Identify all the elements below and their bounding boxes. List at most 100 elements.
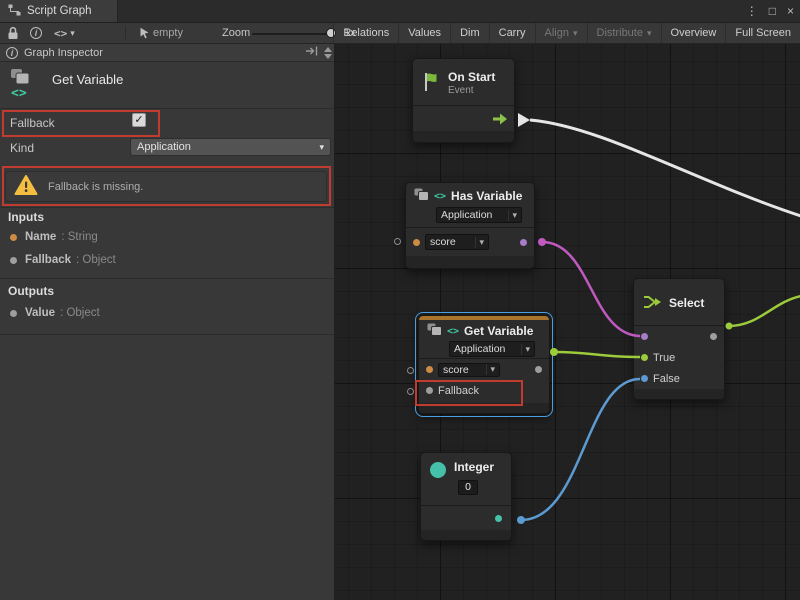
score-row: score ▾ (419, 359, 549, 380)
node-title: Has Variable (451, 189, 522, 203)
zoom-slider-track[interactable] (252, 33, 334, 35)
kind-dropdown[interactable]: Application ▾ (436, 207, 522, 223)
button-label: Dim (460, 27, 480, 39)
port-value-output[interactable] (535, 366, 542, 373)
button-label: Align (545, 27, 569, 39)
divider (0, 334, 334, 335)
info-toggle-icon[interactable]: i (30, 23, 42, 43)
wire-get-variable-to-select-true (554, 352, 640, 357)
chevron-down-icon: ▾ (475, 237, 484, 248)
warning-icon (14, 174, 38, 199)
input-name: Fallback (25, 254, 71, 266)
output-type: : Object (60, 307, 100, 319)
port-condition-input[interactable] (641, 333, 648, 340)
port-dot-gray (10, 257, 17, 264)
chevron-down-icon: ▾ (70, 28, 75, 39)
node-select[interactable]: Select True False (633, 278, 725, 400)
button-label: Carry (499, 27, 526, 39)
true-port-label: True (653, 352, 675, 364)
button-label: Full Screen (735, 27, 791, 39)
flow-output-port[interactable] (492, 112, 508, 129)
port-true-input[interactable] (641, 354, 648, 361)
toolbar-button-fullscreen[interactable]: Full Screen (725, 23, 800, 43)
toolbar-button-distribute[interactable]: Distribute▾ (587, 23, 661, 43)
unconnected-port-circle[interactable] (407, 367, 414, 374)
integer-value-field[interactable]: 0 (458, 480, 478, 495)
toolbar-button-carry[interactable]: Carry (489, 23, 535, 43)
graph-inspector-title: Graph Inspector (24, 47, 103, 59)
fallback-checkbox[interactable]: ✓ (132, 113, 146, 127)
node-on-start[interactable]: On Start Event (412, 58, 515, 143)
node-has-variable[interactable]: <> Has Variable Application ▾ score ▾ (405, 182, 535, 269)
port-integer-output[interactable] (495, 515, 502, 522)
port-fallback-input[interactable] (426, 387, 433, 394)
info-icon: i (6, 47, 18, 59)
input-name: Name (25, 231, 56, 243)
graph-canvas[interactable]: On Start Event <> Has Variable (335, 44, 800, 600)
unconnected-port-circle[interactable] (407, 388, 414, 395)
close-icon[interactable]: × (787, 4, 794, 18)
input-row-name: Name : String (10, 231, 98, 243)
toolbar-button-relations[interactable]: Relations (333, 23, 398, 43)
toolbar-button-overview[interactable]: Overview (661, 23, 726, 43)
code-icon: <> (447, 326, 459, 337)
unit-title: Get Variable (52, 72, 123, 87)
tab-script-graph[interactable]: Script Graph (0, 0, 118, 22)
variables-icon (414, 188, 429, 204)
port-name-input[interactable] (426, 366, 433, 373)
flow-arrow-cap (518, 113, 530, 127)
variable-name-dropdown[interactable]: score ▾ (425, 234, 489, 250)
toolbar: i <> ▾ empty Zoom 1x Relations Values Di… (0, 22, 800, 44)
dock-icon[interactable] (305, 45, 319, 60)
port-name-input[interactable] (413, 239, 420, 246)
output-name: Value (25, 307, 55, 319)
code-view-icon[interactable]: <> ▾ (54, 23, 75, 43)
toolbar-button-align[interactable]: Align▾ (535, 23, 587, 43)
kind-dropdown[interactable]: Application ▾ (449, 341, 535, 357)
kind-dropdown[interactable]: Application ▾ (130, 138, 331, 156)
condition-row (634, 326, 724, 347)
input-type: : String (61, 231, 97, 243)
variables-icon (427, 323, 442, 339)
divider (0, 108, 334, 109)
toolbar-button-values[interactable]: Values (398, 23, 450, 43)
port-dot-gray (10, 310, 17, 317)
chevron-down-icon: ▾ (319, 142, 324, 153)
maximize-icon[interactable]: □ (769, 4, 776, 18)
divider (0, 207, 334, 208)
node-get-variable[interactable]: <> Get Variable Application ▾ score ▾ (418, 315, 550, 414)
button-label: Relations (343, 27, 389, 39)
wire-endpoint-dot (517, 516, 525, 524)
port-false-input[interactable] (641, 375, 648, 382)
check-icon: ✓ (134, 114, 143, 126)
wire-has-variable-to-select (542, 242, 640, 336)
menu-more-icon[interactable]: ⋮ (746, 4, 758, 18)
cursor-icon[interactable] (139, 23, 150, 43)
wire-endpoint-dot (550, 348, 558, 356)
node-title: Integer (454, 460, 494, 474)
chevron-down-icon: ▾ (486, 364, 495, 375)
kind-value: Application (454, 343, 505, 355)
kind-field-label: Kind (10, 141, 34, 155)
outputs-section-header: Outputs (8, 284, 54, 298)
toolbar-button-dim[interactable]: Dim (450, 23, 489, 43)
script-graph-icon (8, 4, 21, 19)
wire-flow-on-start (530, 120, 800, 216)
fallback-port-label: Fallback (438, 385, 479, 397)
node-integer[interactable]: Integer 0 (420, 452, 512, 541)
chevron-down-icon: ▾ (521, 344, 530, 355)
lock-icon[interactable] (7, 23, 19, 43)
warning-box: Fallback is missing. (5, 171, 327, 202)
divider (0, 278, 334, 279)
scroll-arrows-icon[interactable] (324, 47, 332, 59)
port-result-output[interactable] (520, 239, 527, 246)
variable-name-dropdown[interactable]: score ▾ (438, 363, 500, 377)
false-row: False (634, 368, 724, 389)
unconnected-port-circle[interactable] (394, 238, 401, 245)
output-row-value: Value : Object (10, 307, 100, 319)
button-label: Overview (671, 27, 717, 39)
integer-icon (430, 462, 446, 478)
kind-value: Application (441, 209, 492, 221)
port-selection-output[interactable] (710, 333, 717, 340)
wire-select-output (729, 296, 800, 326)
